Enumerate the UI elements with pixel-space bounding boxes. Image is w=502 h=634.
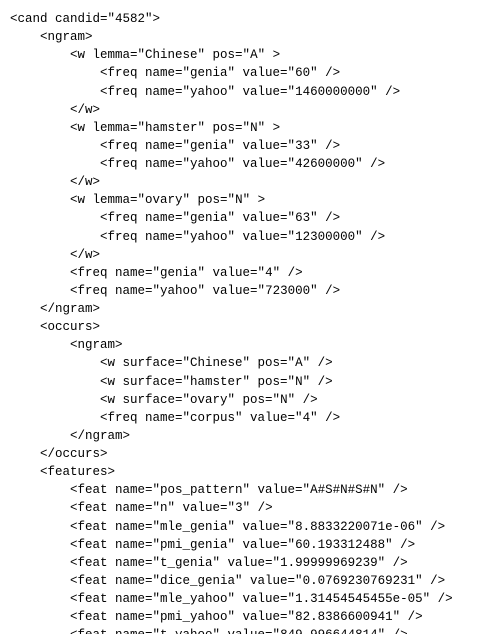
w2-open: <w lemma="ovary" pos="N" > xyxy=(10,191,492,209)
features-open: <features> xyxy=(10,463,492,481)
w0-close: </w> xyxy=(10,101,492,119)
occurs-w1: <w surface="hamster" pos="N" /> xyxy=(10,373,492,391)
occurs-w2: <w surface="ovary" pos="N" /> xyxy=(10,391,492,409)
w0-freq1: <freq name="yahoo" value="1460000000" /> xyxy=(10,83,492,101)
occurs-freq: <freq name="corpus" value="4" /> xyxy=(10,409,492,427)
candid: 4582 xyxy=(115,12,145,26)
cand-open: <cand candid="4582"> xyxy=(10,10,492,28)
w1-close: </w> xyxy=(10,173,492,191)
ngram-open: <ngram> xyxy=(10,28,492,46)
ngram-freq1: <freq name="yahoo" value="723000" /> xyxy=(10,282,492,300)
ngram-freq0: <freq name="genia" value="4" /> xyxy=(10,264,492,282)
occurs-w0: <w surface="Chinese" pos="A" /> xyxy=(10,354,492,372)
w2-freq0: <freq name="genia" value="63" /> xyxy=(10,209,492,227)
w0-open: <w lemma="Chinese" pos="A" > xyxy=(10,46,492,64)
feat-5: <feat name="dice_genia" value="0.0769230… xyxy=(10,572,492,590)
w2-close: </w> xyxy=(10,246,492,264)
w1-open: <w lemma="hamster" pos="N" > xyxy=(10,119,492,137)
feat-7: <feat name="pmi_yahoo" value="82.8386600… xyxy=(10,608,492,626)
feat-1: <feat name="n" value="3" /> xyxy=(10,499,492,517)
w1-freq1: <freq name="yahoo" value="42600000" /> xyxy=(10,155,492,173)
occurs-open: <occurs> xyxy=(10,318,492,336)
w1-freq0: <freq name="genia" value="33" /> xyxy=(10,137,492,155)
feat-4: <feat name="t_genia" value="1.9999996923… xyxy=(10,554,492,572)
feat-3: <feat name="pmi_genia" value="60.1933124… xyxy=(10,536,492,554)
feat-0: <feat name="pos_pattern" value="A#S#N#S#… xyxy=(10,481,492,499)
occurs-ngram-close: </ngram> xyxy=(10,427,492,445)
ngram-close: </ngram> xyxy=(10,300,492,318)
occurs-close: </occurs> xyxy=(10,445,492,463)
occurs-ngram-open: <ngram> xyxy=(10,336,492,354)
feat-6: <feat name="mle_yahoo" value="1.31454545… xyxy=(10,590,492,608)
w2-freq1: <freq name="yahoo" value="12300000" /> xyxy=(10,228,492,246)
w0-freq0: <freq name="genia" value="60" /> xyxy=(10,64,492,82)
feat-8: <feat name="t_yahoo" value="849.99664481… xyxy=(10,626,492,634)
feat-2: <feat name="mle_genia" value="8.88332200… xyxy=(10,518,492,536)
xml-snippet: <cand candid="4582"> <ngram> <w lemma="C… xyxy=(0,0,502,634)
